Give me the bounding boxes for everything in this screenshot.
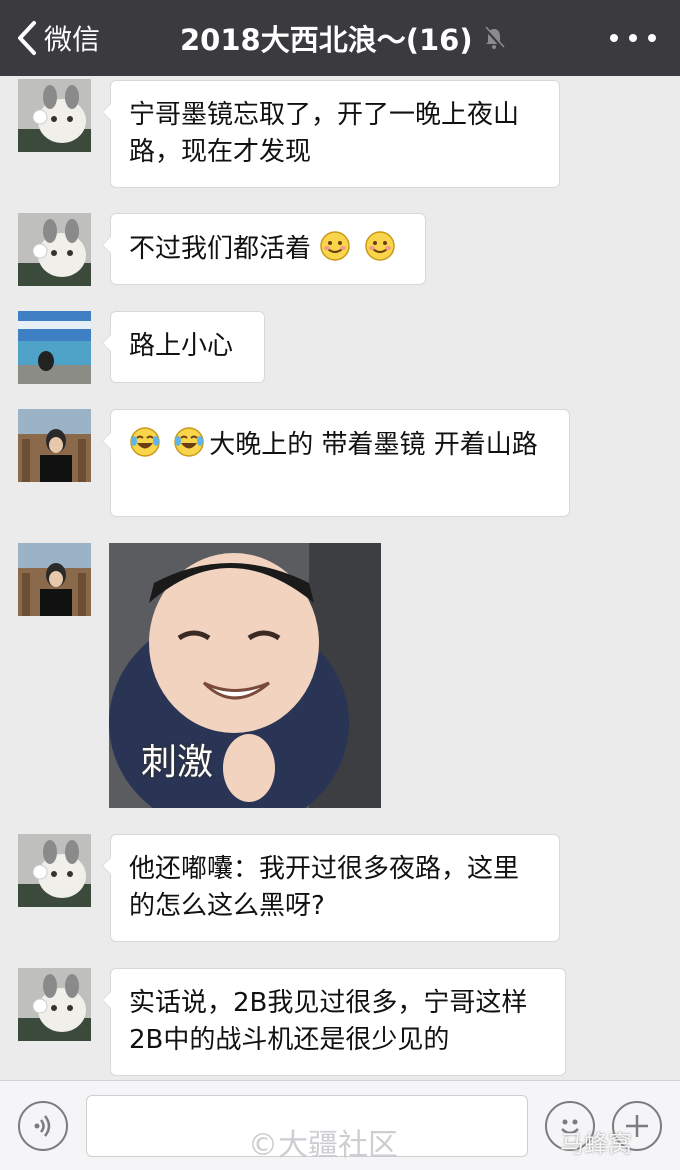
back-button[interactable]: 微信	[16, 18, 100, 58]
message-input[interactable]	[86, 1095, 528, 1157]
sticker-image[interactable]: 刺激	[109, 543, 381, 808]
chat-title-wrap: 2018大西北浪～(16)	[180, 16, 540, 60]
chat-screen: 微信 2018大西北浪～(16) 宁哥墨镜忘取了，开了一晚上夜山路，现在才发现 …	[0, 0, 680, 1170]
message-bubble[interactable]: 他还嘟囔：我开过很多夜路，这里的怎么这么黑呀?	[102, 834, 560, 942]
message-bubble[interactable]: 大晚上的 带着墨镜 开着山路	[102, 409, 570, 517]
message-bubble[interactable]: 宁哥墨镜忘取了，开了一晚上夜山路，现在才发现	[102, 80, 560, 188]
chevron-left-icon	[18, 21, 36, 55]
message-bubble[interactable]: 实话说，2B我见过很多，宁哥这样2B中的战斗机还是很少见的	[102, 968, 566, 1076]
chat-title: 2018大西北浪～(16)	[180, 23, 473, 57]
cat-avatar[interactable]	[18, 79, 91, 152]
laugh-tears-emoji	[130, 427, 160, 457]
back-label: 微信	[44, 23, 101, 56]
plus-icon[interactable]	[612, 1101, 662, 1151]
smile-emoji	[364, 231, 395, 261]
message-text: 不过我们都活着	[129, 234, 312, 264]
laugh-tears-emoji	[174, 427, 205, 457]
more-dots-icon[interactable]	[610, 24, 656, 52]
lake-avatar[interactable]	[18, 311, 91, 384]
dot	[648, 34, 656, 42]
bell-muted-icon	[483, 26, 505, 50]
sticker-caption: 刺激	[141, 742, 214, 783]
dot	[610, 34, 618, 42]
woman-avatar[interactable]	[18, 409, 91, 482]
cat-avatar[interactable]	[18, 834, 91, 907]
message-text: 实话说，2B我见过很多，宁哥这样2B中的战斗机还是很少见的	[129, 988, 528, 1055]
woman-avatar[interactable]	[18, 543, 91, 616]
voice-icon[interactable]	[18, 1101, 68, 1151]
emoji-icon[interactable]	[545, 1101, 595, 1151]
chat-header: 微信 2018大西北浪～(16)	[0, 0, 680, 76]
message-bubble[interactable]: 路上小心	[102, 311, 265, 383]
message-bubble[interactable]: 不过我们都活着	[102, 213, 426, 285]
message-text: 大晚上的 带着墨镜 开着山路	[209, 430, 538, 460]
cat-avatar[interactable]	[18, 213, 91, 286]
message-text: 他还嘟囔：我开过很多夜路，这里的怎么这么黑呀?	[129, 854, 520, 921]
message-text: 路上小心	[129, 331, 234, 361]
dot	[629, 34, 637, 42]
cat-avatar[interactable]	[18, 968, 91, 1041]
message-text: 宁哥墨镜忘取了，开了一晚上夜山路，现在才发现	[129, 100, 520, 167]
smile-emoji	[320, 231, 351, 261]
input-bar	[0, 1080, 680, 1170]
